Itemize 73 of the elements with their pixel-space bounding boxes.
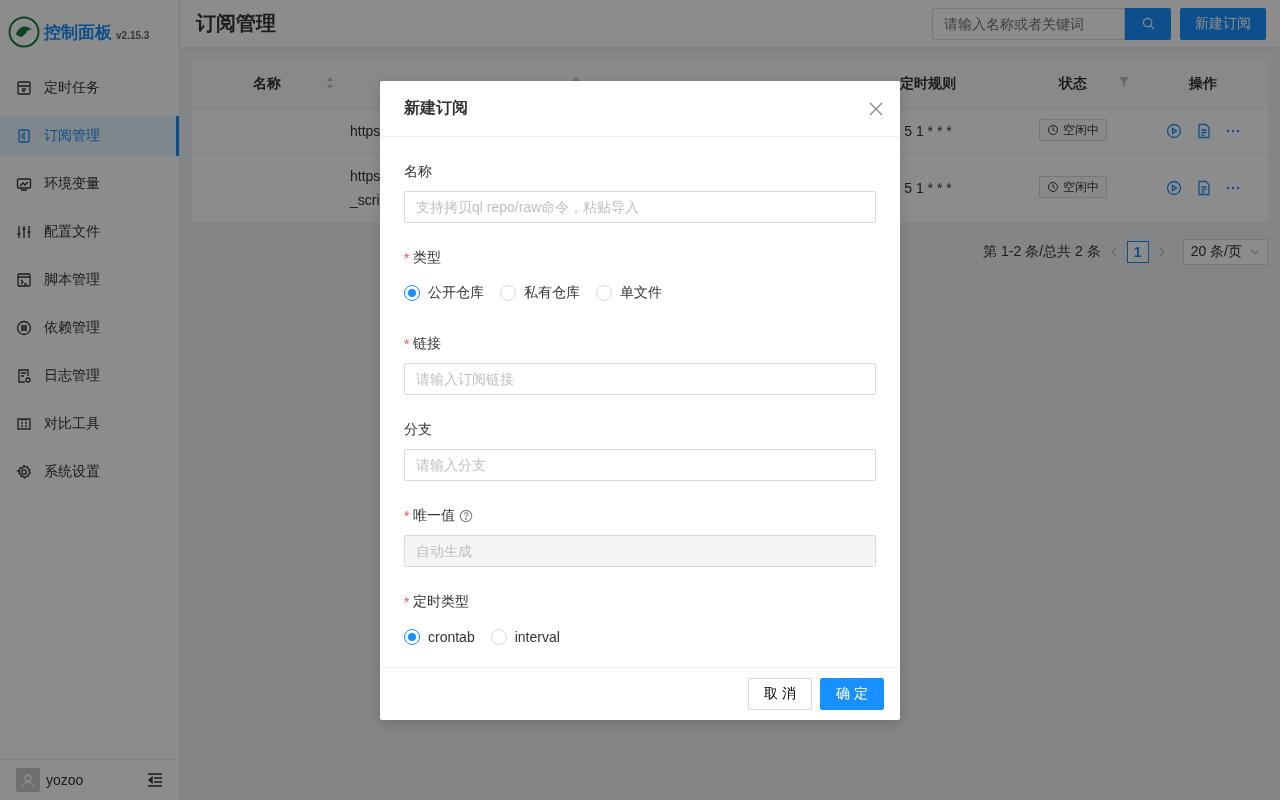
sidebar-item[interactable]: 依赖管理 — [0, 308, 179, 348]
required-mark: * — [404, 594, 410, 610]
field-label: 名称 — [404, 163, 432, 181]
app-title: 控制面板 — [44, 21, 112, 44]
status-tag: 空闲中 — [1039, 119, 1107, 141]
required-mark: * — [404, 250, 410, 266]
sidebar-item[interactable]: 配置文件 — [0, 212, 179, 252]
pagination-summary: 第 1-2 条/总共 2 条 — [983, 243, 1101, 261]
field-label: 唯一值 — [413, 507, 456, 525]
play-icon — [1166, 180, 1182, 196]
settings-icon — [16, 464, 32, 480]
dialog-title: 新建订阅 — [404, 98, 468, 118]
list-icon — [16, 320, 32, 336]
terminal-icon — [16, 272, 32, 288]
field-label: 类型 — [413, 249, 442, 267]
radio-option[interactable]: 单文件 — [596, 284, 662, 302]
status-tag: 空闲中 — [1039, 176, 1107, 198]
search-field[interactable]: 请输入名称或者关键词 — [932, 7, 1125, 40]
compare-icon — [16, 416, 32, 432]
more-icon[interactable] — [1226, 186, 1240, 190]
table-cell-text: https _scri — [350, 167, 381, 210]
sidebar-item[interactable]: 定时任务 — [0, 68, 179, 108]
log-icon — [16, 368, 32, 384]
required-mark: * — [404, 508, 410, 524]
sort-icon[interactable] — [326, 76, 334, 90]
play-icon — [1166, 123, 1182, 139]
sidebar-item[interactable]: 系统设置 — [0, 452, 179, 492]
radio-option[interactable]: crontab — [404, 629, 475, 645]
help-icon[interactable] — [459, 509, 474, 523]
column-header: 操作 — [1189, 75, 1217, 91]
confirm-button[interactable]: 确 定 — [820, 678, 884, 710]
input-field[interactable]: 支持拷贝ql repo/raw命令，粘贴导入 — [404, 191, 876, 223]
logo-icon — [8, 16, 40, 48]
sliders-icon — [16, 224, 32, 240]
table-cell: 5 1 * * * — [904, 180, 952, 196]
column-header: 状态 — [1059, 75, 1087, 91]
sidebar-item[interactable]: 对比工具 — [0, 404, 179, 444]
search-icon — [1140, 16, 1156, 31]
user-name: yozoo — [46, 772, 85, 788]
file-icon — [1196, 123, 1212, 139]
sidebar-item[interactable]: 环境变量 — [0, 164, 179, 204]
version-label: v2.15.3 — [116, 29, 150, 41]
search-button[interactable] — [1125, 7, 1171, 40]
input-field[interactable]: 请输入分支 — [404, 449, 876, 481]
monitor-icon — [16, 176, 32, 192]
sidebar-item[interactable]: 日志管理 — [0, 356, 179, 396]
collapse-menu-icon[interactable] — [147, 773, 163, 787]
clock-icon — [1047, 124, 1059, 136]
file-icon — [1196, 180, 1212, 196]
radio-option[interactable]: interval — [490, 629, 560, 645]
column-header: 名称 — [253, 75, 281, 91]
more-icon[interactable] — [1226, 129, 1240, 133]
close-button[interactable] — [868, 100, 884, 117]
field-label: 定时类型 — [413, 593, 470, 611]
cancel-button[interactable]: 取 消 — [748, 678, 813, 710]
filter-icon[interactable] — [1118, 76, 1130, 88]
radio-option[interactable]: 私有仓库 — [500, 284, 580, 302]
field-label: 链接 — [413, 335, 442, 353]
avatar-icon — [16, 768, 40, 792]
document-icon — [16, 128, 32, 144]
clock-icon — [1047, 181, 1059, 193]
field-label: 分支 — [404, 421, 432, 439]
sidebar-item[interactable]: 脚本管理 — [0, 260, 179, 300]
input-field[interactable]: 请输入订阅链接 — [404, 363, 876, 395]
table-cell: 5 1 * * * — [904, 123, 952, 139]
column-header: 定时规则 — [900, 75, 956, 91]
table-cell-text: https — [350, 122, 381, 141]
page-size-select[interactable]: 20 条/页 — [1182, 239, 1268, 265]
page-title: 订阅管理 — [196, 11, 277, 36]
required-mark: * — [404, 336, 410, 352]
radio-option[interactable]: 公开仓库 — [404, 284, 484, 302]
calendar-icon — [16, 80, 32, 96]
caret-icon — [1250, 247, 1260, 257]
